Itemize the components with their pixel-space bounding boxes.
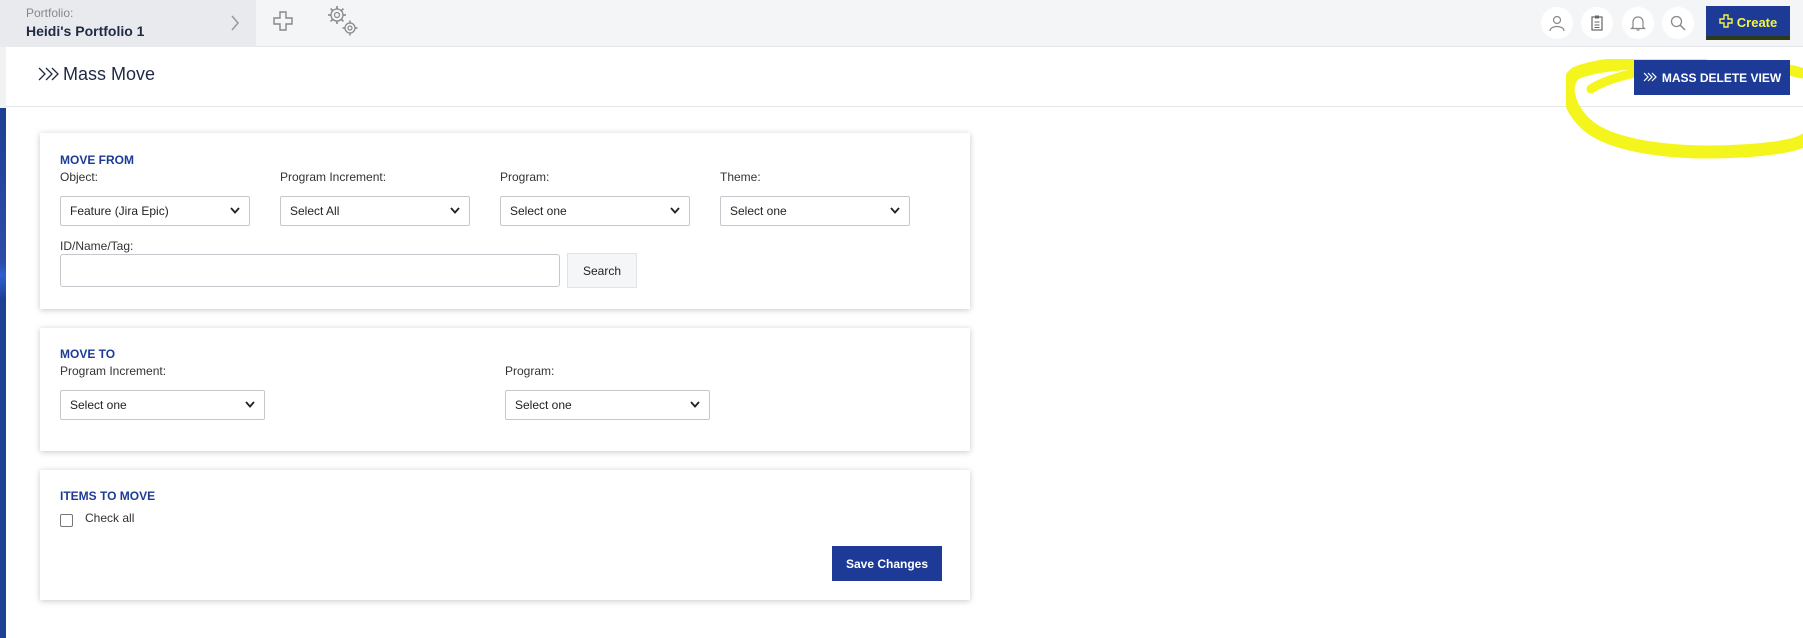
move-to-program-label: Program:	[505, 364, 555, 378]
theme-select-value: Select one	[730, 204, 787, 218]
save-changes-button[interactable]: Save Changes	[832, 546, 942, 581]
user-icon[interactable]	[1541, 7, 1573, 39]
double-chevron-icon	[1643, 71, 1657, 85]
chevron-down-icon	[670, 206, 680, 217]
highlight-mark	[1706, 36, 1790, 40]
move-to-card: MOVE TO Program Increment: Select one Pr…	[40, 328, 970, 451]
plus-icon[interactable]	[272, 10, 294, 37]
items-to-move-title: ITEMS TO MOVE	[60, 489, 156, 503]
pi-select[interactable]: Select All	[280, 196, 470, 226]
theme-select[interactable]: Select one	[720, 196, 910, 226]
object-label: Object:	[60, 170, 99, 184]
bell-icon[interactable]	[1622, 7, 1654, 39]
program-label: Program:	[500, 170, 550, 184]
id-name-tag-label: ID/Name/Tag:	[60, 239, 134, 253]
program-select[interactable]: Select one	[500, 196, 690, 226]
page-header: Mass Move MASS DELETE VIEW	[6, 47, 1803, 159]
pi-label: Program Increment:	[280, 170, 387, 184]
clipboard-icon[interactable]	[1581, 7, 1613, 39]
gears-icon[interactable]	[326, 4, 360, 43]
create-button[interactable]: Create	[1706, 6, 1790, 40]
object-select[interactable]: Feature (Jira Epic)	[60, 196, 250, 226]
chevron-down-icon	[890, 206, 900, 217]
chevron-down-icon	[245, 400, 255, 411]
mass-delete-view-button[interactable]: MASS DELETE VIEW	[1634, 60, 1790, 95]
check-all-checkbox[interactable]	[60, 514, 73, 527]
search-icon[interactable]	[1662, 7, 1694, 39]
mass-delete-view-label: MASS DELETE VIEW	[1661, 70, 1782, 85]
move-from-title: MOVE FROM	[60, 153, 134, 167]
chevron-down-icon	[450, 206, 460, 217]
top-bar: Portfolio: Heidi's Portfolio 1 Create	[0, 0, 1803, 47]
items-to-move-card: ITEMS TO MOVE Check all Save Changes	[40, 470, 970, 600]
chevron-down-icon	[230, 206, 240, 217]
pi-select-value: Select All	[290, 204, 340, 218]
move-to-pi-label: Program Increment:	[60, 364, 167, 378]
search-button[interactable]: Search	[567, 253, 637, 288]
chevron-right-icon[interactable]	[229, 13, 241, 38]
move-to-pi-select-value: Select one	[70, 398, 127, 412]
move-to-program-select[interactable]: Select one	[505, 390, 710, 420]
move-to-program-select-value: Select one	[515, 398, 572, 412]
chevron-down-icon	[690, 400, 700, 411]
portfolio-selector[interactable]: Portfolio: Heidi's Portfolio 1	[0, 0, 256, 47]
id-name-tag-input[interactable]	[60, 254, 560, 287]
move-to-title: MOVE TO	[60, 347, 116, 361]
plus-icon	[1719, 13, 1733, 31]
program-select-value: Select one	[510, 204, 567, 218]
move-from-card: MOVE FROM Object: Feature (Jira Epic) Pr…	[40, 133, 970, 309]
move-to-pi-select[interactable]: Select one	[60, 390, 265, 420]
theme-label: Theme:	[720, 170, 761, 184]
create-label: Create	[1736, 14, 1778, 30]
double-chevron-icon	[37, 67, 59, 86]
object-select-value: Feature (Jira Epic)	[70, 204, 169, 218]
portfolio-name: Heidi's Portfolio 1	[26, 23, 145, 39]
portfolio-label: Portfolio:	[26, 6, 74, 20]
page-title: Mass Move	[63, 64, 156, 84]
check-all-label: Check all	[85, 511, 135, 525]
